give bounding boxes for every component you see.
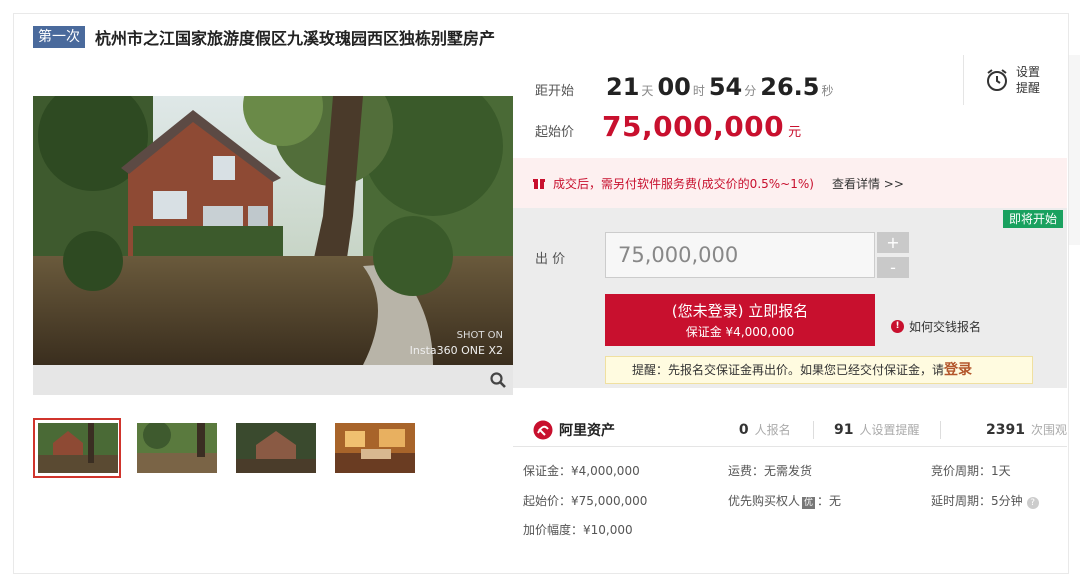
reminder-count: 91 人设置提醒 (814, 421, 940, 438)
thumbnail-2[interactable] (132, 418, 220, 478)
set-reminder-button[interactable]: 设置 提醒 (963, 55, 1067, 105)
stat-label: 人设置提醒 (859, 423, 920, 437)
increase-bid-button[interactable]: + (877, 232, 909, 253)
title-row: 第一次 杭州市之江国家旅游度假区九溪玫瑰园西区独栋别墅房产 (33, 25, 495, 49)
delay-label: 延时周期：5分钟 (931, 494, 1023, 508)
house-photo: SHOT ON Insta360 ONE X2 (33, 96, 513, 365)
countdown-label: 距开始 (535, 84, 575, 99)
cycle-info: 竞价周期：1天 (931, 464, 1011, 478)
hours-unit: 时 (692, 84, 705, 98)
stats-row: 阿里资产 0 人报名 91 人设置提醒 2391 次围观 (513, 413, 1067, 447)
signup-count: 0 人报名 (716, 421, 813, 438)
delay-info: 延时周期：5分钟? (931, 492, 1039, 509)
login-link[interactable]: 登录 (944, 362, 972, 378)
help-icon[interactable]: ? (1026, 497, 1039, 509)
round-badge: 第一次 (33, 26, 85, 48)
thumbnail-image (137, 423, 217, 473)
thumbnail-4[interactable] (330, 418, 418, 478)
thumbnail-strip (33, 418, 418, 478)
countdown-days: 21 (606, 73, 640, 101)
alarm-clock-icon (987, 69, 1007, 91)
stat-number: 2391 (986, 422, 1025, 438)
gift-icon (533, 179, 545, 189)
countdown-minutes: 54 (708, 73, 743, 101)
status-badge: 即将开始 (1002, 210, 1063, 228)
start-price: 起始价 75,000,000 元 (535, 110, 801, 143)
signup-button[interactable]: (您未登录) 立即报名 保证金 ¥4,000,000 (605, 294, 875, 346)
signup-main-label: (您未登录) 立即报名 (671, 302, 809, 320)
login-tip: 提醒：先报名交保证金再出价。如果您已经交付保证金，请登录 (605, 356, 1033, 384)
info-icon: ! (891, 320, 904, 333)
view-count: 2391 次围观 (941, 421, 1067, 438)
magnifier-icon[interactable] (489, 371, 507, 389)
bid-amount-input[interactable]: 75,000,000 (605, 232, 875, 278)
increment-info: 加价幅度：¥10,000 (523, 523, 633, 537)
tip-text: 提醒：先报名交保证金再出价。如果您已经交付保证金，请 (632, 363, 945, 377)
ali-assets-logo-icon (533, 420, 553, 439)
service-fee-notice: 成交后，需另付软件服务费(成交价的0.5%~1%) 查看详情 >> (513, 158, 1067, 208)
priority-buyer-info: 优先购买权人优：无 (728, 492, 841, 509)
right-edge-panel (1068, 55, 1080, 245)
start-price-unit: 元 (788, 125, 802, 140)
stat-label: 人报名 (754, 423, 791, 437)
stat-label: 次围观 (1030, 423, 1067, 437)
thumbnail-3[interactable] (231, 418, 319, 478)
photo-zoom-bar (33, 365, 513, 395)
seconds-unit: 秒 (821, 84, 834, 98)
signup-deposit-label: 保证金 ¥4,000,000 (685, 325, 795, 339)
thumbnail-1[interactable] (33, 418, 121, 478)
brand-name: 阿里资产 (559, 422, 615, 439)
countdown: 距开始 21 天 00 时 54 分 26.5 秒 (535, 73, 838, 101)
notice-text: 成交后，需另付软件服务费(成交价的0.5%~1%) (553, 176, 814, 191)
stat-number: 91 (834, 422, 854, 438)
start-price-label: 起始价 (535, 125, 575, 140)
priority-value: ：无 (817, 494, 842, 508)
set-reminder-label: 设置 提醒 (1016, 65, 1041, 95)
decrease-bid-button[interactable]: - (877, 257, 909, 278)
how-to-pay-label: 如何交钱报名 (909, 320, 982, 334)
stat-number: 0 (738, 422, 749, 438)
how-to-pay-link[interactable]: ! 如何交钱报名 (891, 318, 981, 335)
thumbnail-image (335, 423, 415, 473)
countdown-hours: 00 (657, 73, 691, 101)
watermark-line-2: Insta360 ONE X2 (410, 344, 503, 357)
minutes-unit: 分 (744, 84, 757, 98)
days-unit: 天 (641, 84, 654, 98)
brand: 阿里资产 (533, 420, 716, 440)
thumbnail-image (236, 423, 316, 473)
thumbnail-image (38, 423, 118, 473)
start-price-value: 75,000,000 (602, 110, 785, 143)
priority-badge: 优 (802, 497, 816, 509)
deposit-info: 保证金：¥4,000,000 (523, 464, 640, 478)
start-price-info: 起始价：¥75,000,000 (523, 494, 648, 508)
bid-box: 即将开始 出 价 75,000,000 + - (您未登录) 立即报名 保证金 … (513, 208, 1067, 388)
freight-info: 运费：无需发货 (728, 464, 813, 478)
countdown-seconds: 26.5 (760, 73, 820, 101)
bid-label: 出 价 (535, 252, 566, 267)
page-title: 杭州市之江国家旅游度假区九溪玫瑰园西区独栋别墅房产 (95, 29, 496, 48)
priority-label: 优先购买权人 (728, 494, 801, 508)
view-details-link[interactable]: 查看详情 >> (832, 175, 904, 192)
main-photo[interactable]: SHOT ON Insta360 ONE X2 (33, 96, 513, 365)
watermark-line-1: SHOT ON (457, 330, 503, 341)
